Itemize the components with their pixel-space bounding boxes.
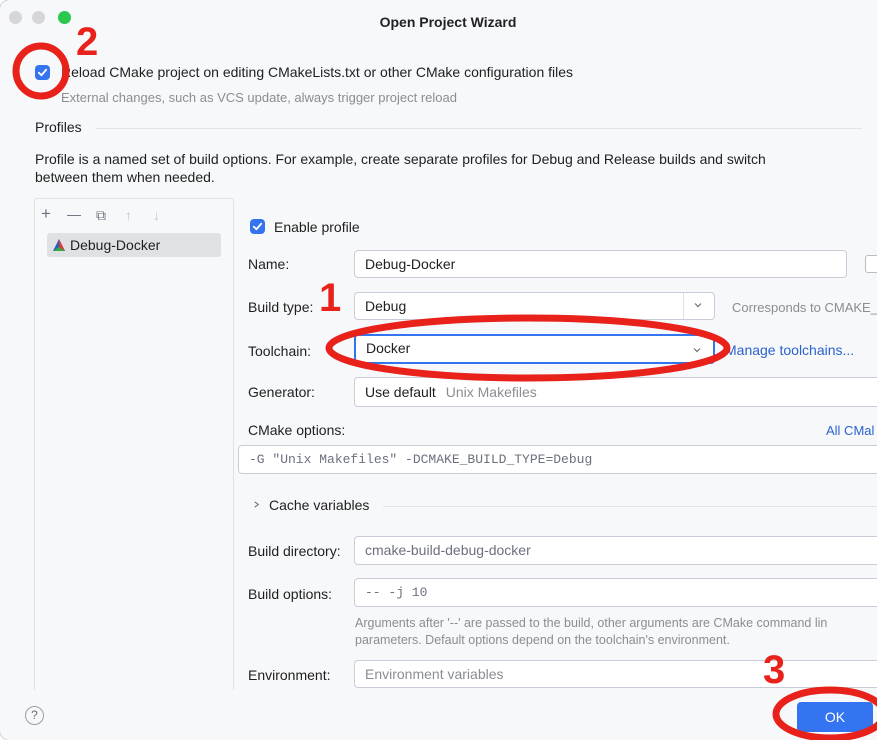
name-share-checkbox[interactable] (865, 255, 877, 273)
chevron-down-icon (694, 303, 702, 308)
toolchain-label: Toolchain: (248, 343, 312, 359)
build-type-hint: Corresponds to CMAKE_ (732, 300, 877, 315)
build-directory-label: Build directory: (248, 543, 341, 559)
move-down-icon[interactable]: ↓ (153, 207, 160, 224)
annotation-number-two: 2 (76, 20, 99, 64)
build-options-label: Build options: (248, 586, 333, 602)
generator-value: Use default (365, 384, 436, 400)
reload-cmake-hint: External changes, such as VCS update, al… (61, 90, 457, 105)
generator-dropdown[interactable]: Use default Unix Makefiles (354, 377, 877, 407)
reload-cmake-label: Reload CMake project on editing CMakeLis… (61, 64, 574, 80)
cmake-options-label: CMake options: (248, 422, 346, 438)
generator-label: Generator: (248, 384, 315, 400)
help-icon[interactable]: ? (25, 706, 44, 725)
profile-item-label: Debug-Docker (70, 237, 161, 253)
cmake-options-input[interactable]: -G "Unix Makefiles" -DCMAKE_BUILD_TYPE=D… (238, 445, 877, 474)
cache-variables-separator (383, 506, 877, 507)
generator-hint: Unix Makefiles (445, 384, 537, 400)
reload-cmake-checkbox[interactable] (35, 65, 50, 80)
profiles-description-line-2: between them when needed. (35, 169, 215, 185)
remove-profile-icon[interactable]: — (67, 206, 81, 223)
chevron-down-icon (693, 348, 701, 353)
toolchain-dropdown[interactable]: Docker (354, 334, 715, 364)
profiles-separator (96, 128, 862, 129)
window-title: Open Project Wizard (379, 14, 517, 30)
title-bar: Open Project Wizard (0, 0, 877, 44)
dialog-footer (0, 690, 877, 740)
build-type-value: Debug (365, 298, 407, 314)
profiles-description-line-1: Profile is a named set of build options.… (35, 151, 766, 167)
all-cmake-options-link[interactable]: All CMal (826, 423, 874, 438)
open-project-wizard-window: Open Project Wizard Reload CMake project… (0, 0, 877, 740)
profile-item-debug-docker[interactable]: Debug-Docker (47, 233, 221, 257)
enable-profile-checkbox[interactable] (250, 219, 265, 234)
annotation-number-one: 1 (319, 276, 342, 320)
build-directory-input[interactable]: cmake-build-debug-docker (354, 536, 877, 565)
toolchain-value: Docker (366, 340, 411, 356)
profiles-heading: Profiles (35, 119, 82, 135)
environment-label: Environment: (248, 667, 331, 683)
build-options-hint-line-2: parameters. Default options depend on th… (355, 633, 730, 647)
profile-settings-panel: Enable profile Name: Debug-Docker Build … (233, 198, 877, 690)
name-label: Name: (248, 256, 290, 272)
move-up-icon[interactable]: ↑ (125, 207, 132, 224)
annotation-number-three: 3 (763, 648, 786, 692)
checkmark-icon (252, 222, 263, 231)
ok-button[interactable]: OK (797, 702, 873, 732)
checkmark-icon (37, 68, 48, 77)
profiles-list-panel: + — ⧉ ↑ ↓ Debug-Docker (34, 198, 234, 692)
build-options-input[interactable]: -- -j 10 (354, 578, 877, 607)
build-options-hint-line-1: Arguments after '--' are passed to the b… (355, 616, 828, 630)
name-input[interactable]: Debug-Docker (354, 250, 847, 278)
environment-input[interactable]: Environment variables (354, 660, 877, 688)
build-type-label: Build type: (248, 299, 314, 315)
build-type-dropdown[interactable]: Debug (354, 292, 715, 320)
enable-profile-label: Enable profile (274, 219, 360, 235)
cache-variables-toggle[interactable]: Cache variables (269, 497, 369, 513)
dropdown-divider (683, 293, 684, 319)
copy-profile-icon[interactable]: ⧉ (96, 207, 106, 224)
environment-placeholder: Environment variables (365, 666, 504, 682)
chevron-right-icon[interactable] (252, 500, 261, 509)
add-profile-icon[interactable]: + (41, 205, 51, 222)
manage-toolchains-link[interactable]: Manage toolchains... (725, 342, 854, 358)
cmake-profile-icon (53, 239, 65, 251)
